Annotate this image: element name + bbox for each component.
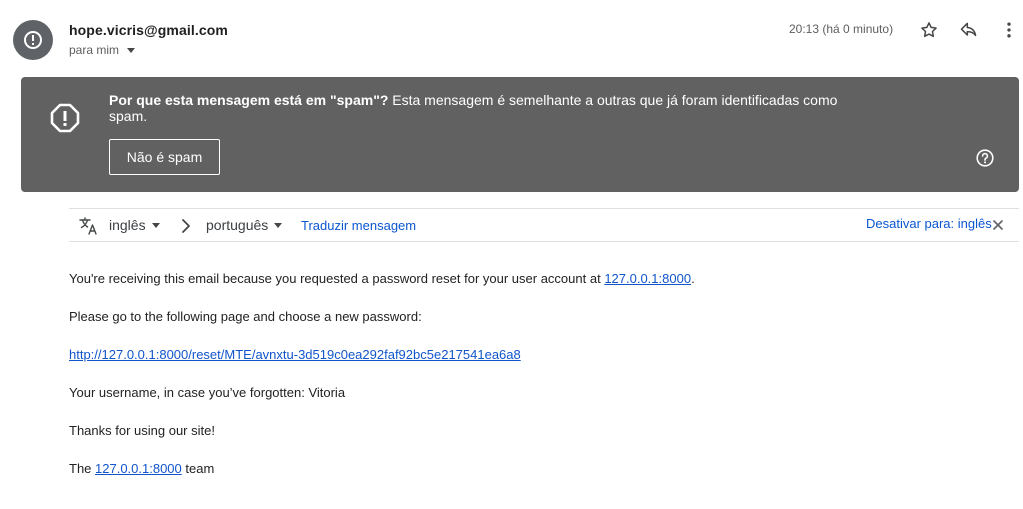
more-options-button[interactable] bbox=[997, 18, 1021, 42]
translate-bar: inglês português Traduzir mensagem Desat… bbox=[69, 208, 1019, 242]
caret-down-icon bbox=[127, 47, 136, 53]
sender-avatar[interactable] bbox=[13, 20, 53, 60]
message-line-reason: You're receiving this email because you … bbox=[69, 271, 695, 286]
team-site-link[interactable]: 127.0.0.1:8000 bbox=[95, 461, 182, 476]
message-timestamp: 20:13 (há 0 minuto) bbox=[789, 22, 894, 36]
reason-suffix: . bbox=[691, 271, 695, 286]
signature-prefix: The bbox=[69, 461, 96, 476]
reply-button[interactable] bbox=[957, 18, 981, 42]
caret-down-icon bbox=[151, 222, 160, 228]
close-icon[interactable] bbox=[993, 220, 1003, 230]
target-language-label: português bbox=[206, 217, 269, 233]
spam-warning-banner: Por que esta mensagem está em "spam"? Es… bbox=[21, 77, 1019, 192]
translate-icon bbox=[79, 217, 97, 235]
message-line-thanks: Thanks for using our site! bbox=[69, 423, 215, 438]
message-line-username: Your username, in case you’ve forgotten:… bbox=[69, 385, 346, 400]
reply-icon bbox=[960, 22, 977, 37]
not-spam-button[interactable]: Não é spam bbox=[109, 139, 220, 175]
spam-question: Por que esta mensagem está em "spam"? bbox=[109, 92, 389, 108]
message-line-signature: The 127.0.0.1:8000 team bbox=[69, 461, 214, 476]
signature-suffix: team bbox=[181, 461, 215, 476]
spam-explanation: Por que esta mensagem está em "spam"? Es… bbox=[109, 92, 849, 124]
disable-translation-link[interactable]: Desativar para: inglês bbox=[866, 216, 992, 231]
reason-text: You're receiving this email because you … bbox=[69, 271, 605, 286]
message-line-instructions: Please go to the following page and choo… bbox=[69, 309, 422, 324]
chevron-right-icon bbox=[182, 219, 190, 233]
help-icon[interactable] bbox=[976, 149, 994, 167]
reset-password-link[interactable]: http://127.0.0.1:8000/reset/MTE/avnxtu-3… bbox=[69, 347, 521, 362]
message-line-reset: http://127.0.0.1:8000/reset/MTE/avnxtu-3… bbox=[69, 347, 521, 362]
warning-icon bbox=[50, 103, 80, 133]
source-language-label: inglês bbox=[109, 217, 146, 233]
recipient-details-toggle[interactable]: para mim bbox=[69, 43, 136, 57]
translate-message-link[interactable]: Traduzir mensagem bbox=[301, 218, 416, 233]
sender-email[interactable]: hope.vicris@gmail.com bbox=[69, 22, 228, 38]
caret-down-icon bbox=[274, 222, 283, 228]
site-link[interactable]: 127.0.0.1:8000 bbox=[604, 271, 691, 286]
more-vert-icon bbox=[1007, 22, 1011, 38]
star-button[interactable] bbox=[917, 18, 941, 42]
alert-avatar-icon bbox=[24, 31, 42, 49]
recipient-label: para mim bbox=[69, 43, 120, 57]
target-language-select[interactable]: português bbox=[206, 217, 283, 233]
source-language-select[interactable]: inglês bbox=[109, 217, 160, 233]
star-icon bbox=[921, 22, 937, 38]
